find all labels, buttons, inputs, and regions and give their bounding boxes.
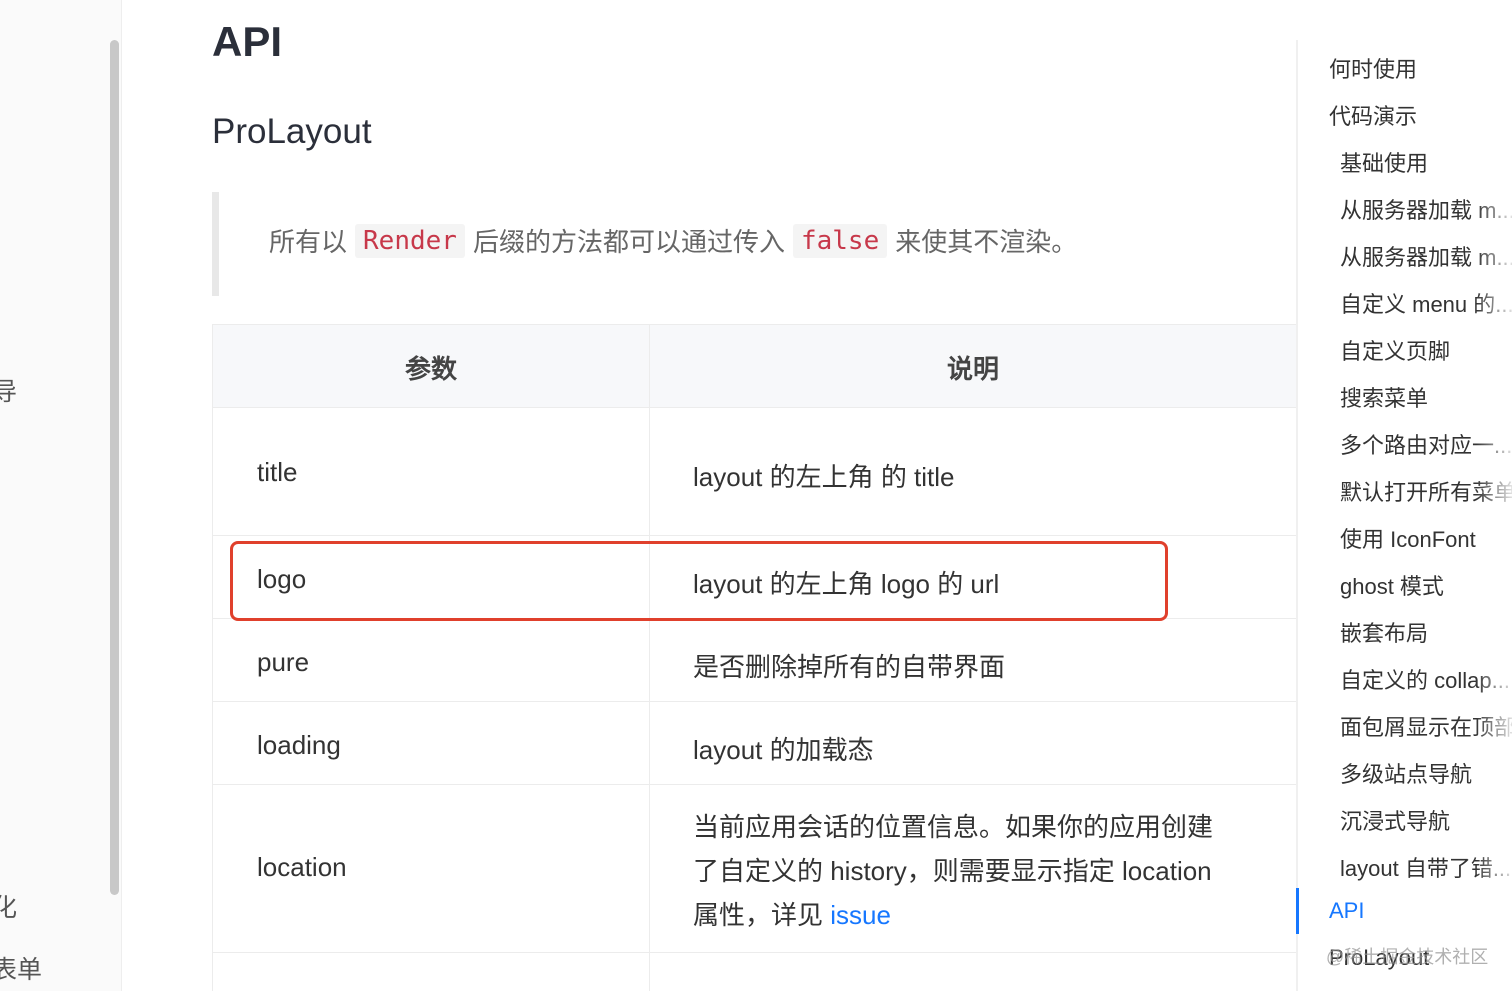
watermark: @稀土掘金技术社区 — [1326, 947, 1489, 967]
desc-cell: 当前应用会话的位置信息。如果你的应用创建 了自定义的 history，则需要显示… — [693, 805, 1273, 937]
toc-item[interactable]: 基础使用 — [1340, 146, 1428, 178]
param-cell: pure — [257, 647, 310, 677]
table-header: 参数 说明 — [213, 325, 1297, 408]
sidebar-item[interactable]: 化 — [0, 888, 17, 924]
desc-cell: 是否删除掉所有的自带界面 — [693, 652, 1006, 682]
desc-line: 了自定义的 history，则需要显示指定 location — [693, 856, 1212, 886]
sidebar-item[interactable]: 导 — [0, 372, 17, 408]
table-row: title layout 的左上角 的 title — [213, 407, 1297, 536]
page-title: API — [212, 18, 283, 65]
note-blockquote: 所有以 Render 后缀的方法都可以通过传入 false 来使其不渲染。 — [212, 192, 1272, 296]
toc-fade-overlay — [1476, 0, 1512, 991]
desc-line-prefix: 属性，详见 — [693, 900, 831, 930]
toc-item[interactable]: 何时使用 — [1329, 52, 1417, 84]
desc-line: 属性，详见 issue — [693, 893, 1273, 937]
toc-item[interactable]: ghost 模式 — [1340, 569, 1444, 601]
note-prefix: 所有以 — [269, 227, 348, 257]
header-param: 参数 — [404, 354, 457, 384]
note-middle: 后缀的方法都可以通过传入 — [472, 227, 785, 257]
section-title: ProLayout — [212, 112, 372, 151]
desc-cell: layout 的加载态 — [693, 735, 874, 765]
docs-page: 导 化 表单 API ProLayout 所有以 Render 后缀的方法都可以… — [0, 0, 1512, 991]
highlight-annotation — [230, 541, 1168, 621]
param-cell: title — [257, 457, 298, 487]
toc-active-indicator — [1296, 888, 1299, 934]
table-row: pure 是否删除掉所有的自带界面 — [213, 619, 1297, 702]
toc-item[interactable]: 使用 IconFont — [1340, 522, 1476, 554]
table-row: loading layout 的加载态 — [213, 702, 1297, 785]
note-suffix: 来使其不渲染。 — [895, 227, 1078, 257]
note-text: 所有以 Render 后缀的方法都可以通过传入 false 来使其不渲染。 — [269, 222, 1077, 259]
toc-item[interactable]: 嵌套布局 — [1340, 616, 1428, 648]
left-sidebar: 导 化 表单 — [0, 0, 122, 991]
sidebar-item[interactable]: 表单 — [0, 950, 42, 986]
desc-cell: layout 的左上角 的 title — [693, 462, 955, 492]
sidebar-scrollbar[interactable] — [110, 40, 119, 895]
table-row: location 当前应用会话的位置信息。如果你的应用创建 了自定义的 hist… — [213, 785, 1297, 953]
inline-code-render: Render — [355, 223, 465, 258]
param-cell: loading — [257, 730, 341, 760]
column-divider — [649, 325, 650, 991]
issue-link[interactable]: issue — [830, 900, 891, 930]
toc-item-active[interactable]: API — [1329, 898, 1364, 924]
toc-item[interactable]: 代码演示 — [1329, 99, 1417, 131]
toc-item[interactable]: 多级站点导航 — [1340, 757, 1472, 789]
toc-item[interactable]: 沉浸式导航 — [1340, 804, 1450, 836]
desc-line: 当前应用会话的位置信息。如果你的应用创建 — [693, 812, 1214, 842]
toc-item[interactable]: 搜索菜单 — [1340, 381, 1428, 413]
toc-item[interactable]: 自定义页脚 — [1340, 334, 1450, 366]
param-cell: location — [257, 852, 347, 882]
api-table: 参数 说明 title layout 的左上角 的 title logo lay… — [212, 324, 1297, 991]
header-desc: 说明 — [946, 354, 999, 384]
inline-code-false: false — [792, 223, 888, 258]
